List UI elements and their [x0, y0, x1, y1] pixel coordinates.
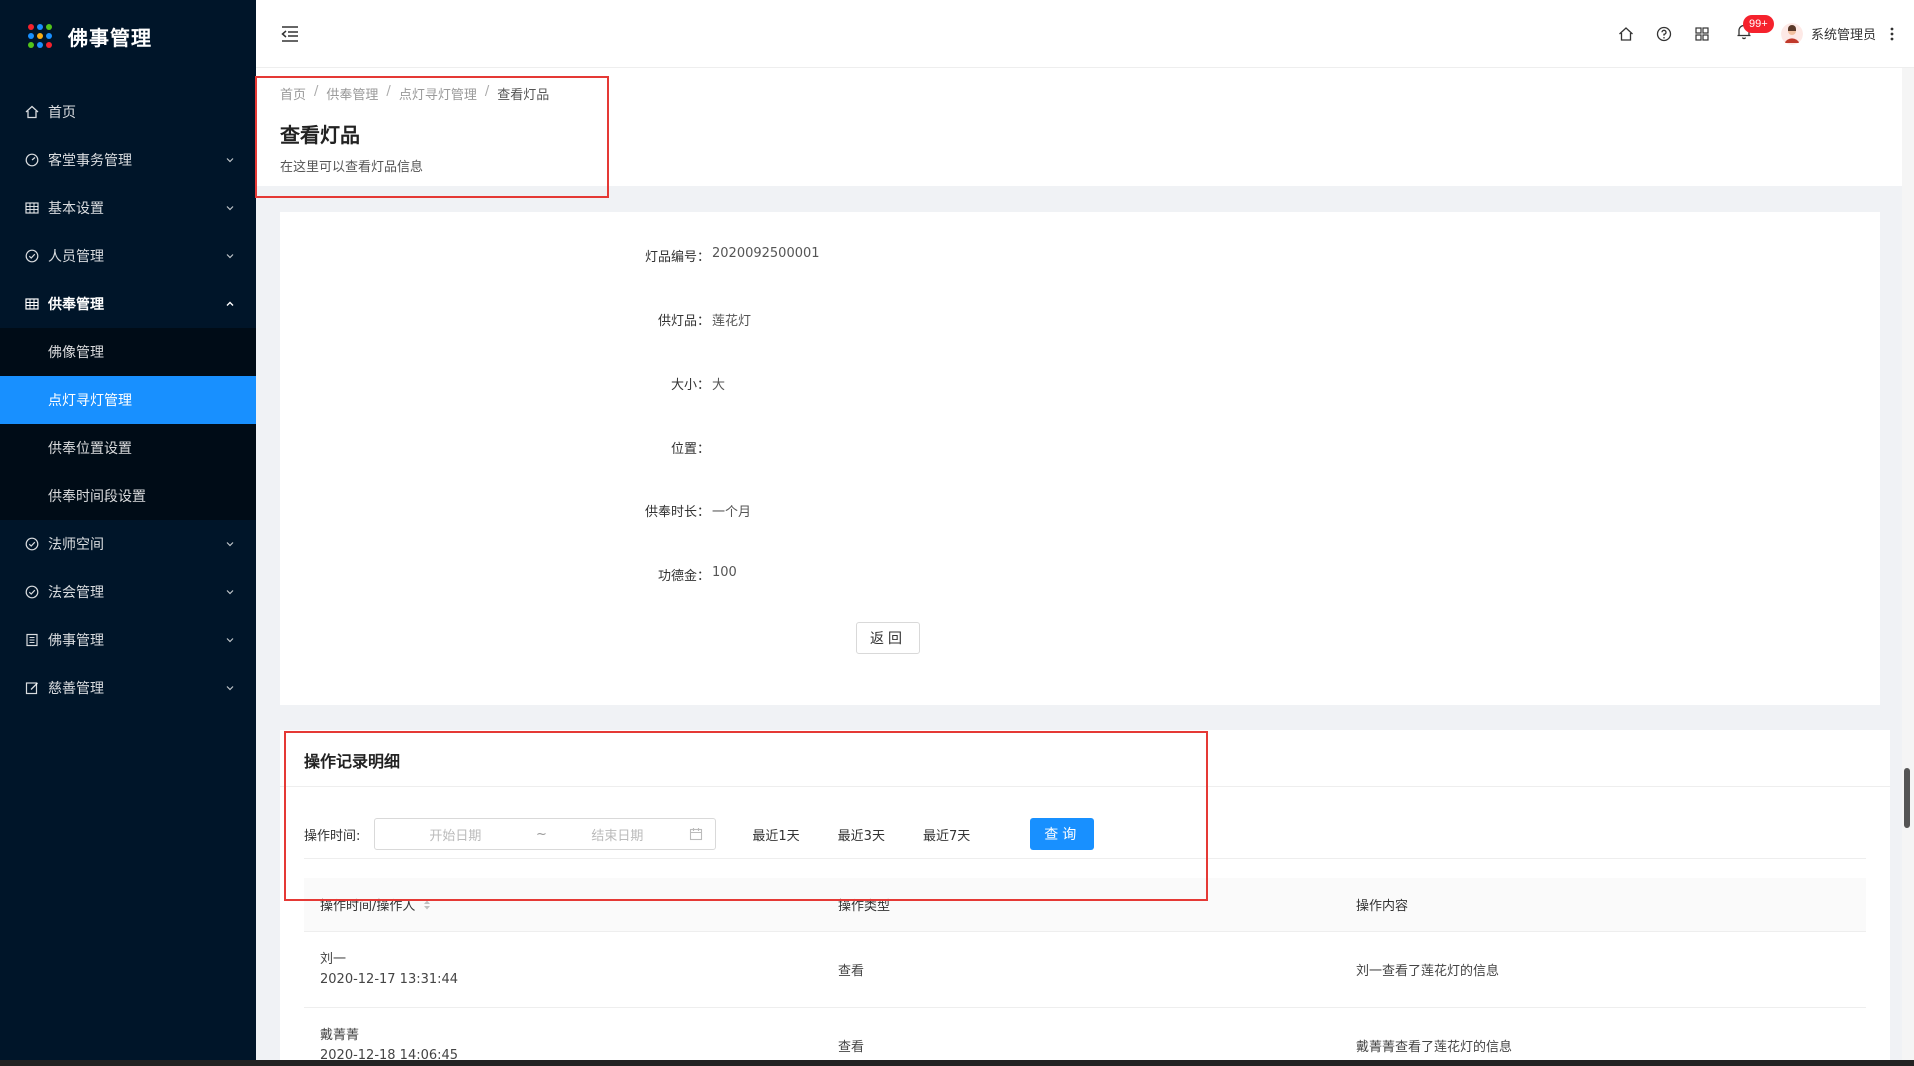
highlight-box-header — [255, 76, 609, 198]
cell-time-operator: 刘一 2020-12-17 13:31:44 — [304, 950, 822, 990]
notification-badge: 99+ — [1742, 14, 1774, 33]
header-actions: 99+ 系统管理员 — [1607, 0, 1914, 68]
sidebar-item-home[interactable]: 首页 — [0, 88, 256, 136]
chevron-down-icon — [224, 202, 236, 214]
chevron-down-icon — [224, 250, 236, 262]
page-scrollbar[interactable] — [1902, 68, 1914, 1066]
user-name: 系统管理员 — [1810, 28, 1876, 43]
table-icon — [24, 200, 40, 216]
detail-row-lamp-code: 灯品编号： 2020092500001 — [280, 246, 1880, 265]
sidebar-item-label: 客堂事务管理 — [48, 153, 132, 169]
scrollbar-thumb[interactable] — [1904, 768, 1910, 828]
operation-table: 操作时间/操作人 操作类型 操作内容 刘一 2020-12-17 13:31:4… — [304, 878, 1866, 1066]
sidebar-item-offerings[interactable]: 供奉管理 — [0, 280, 256, 328]
chevron-down-icon — [224, 682, 236, 694]
sidebar-item-lamp-management[interactable]: 点灯寻灯管理 — [0, 376, 256, 424]
sidebar-item-offering-periods[interactable]: 供奉时间段设置 — [0, 472, 256, 520]
detail-label: 供奉时长： — [644, 505, 710, 520]
logo[interactable]: 佛事管理 — [0, 0, 256, 72]
sidebar-item-label: 供奉管理 — [48, 297, 104, 313]
cell-content: 刘一查看了莲花灯的信息 — [1356, 964, 1500, 979]
app-grid-icon — [28, 24, 52, 48]
detail-label: 位置： — [670, 442, 710, 457]
notification-bell[interactable]: 99+ — [1725, 14, 1774, 53]
detail-row-size: 大小： 大 — [280, 374, 1880, 393]
sidebar-item-label: 点灯寻灯管理 — [48, 393, 132, 409]
sidebar-item-buddhist-affairs[interactable]: 佛事管理 — [0, 616, 256, 664]
table-row: 刘一 2020-12-17 13:31:44 查看 刘一查看了莲花灯的信息 — [304, 932, 1866, 1008]
detail-row-merit-fee: 功德金： 100 — [280, 565, 1880, 584]
user-menu[interactable]: 系统管理员 — [1780, 22, 1876, 45]
sidebar-item-master-space[interactable]: 法师空间 — [0, 520, 256, 568]
avatar — [1780, 22, 1803, 45]
chevron-down-icon — [224, 586, 236, 598]
detail-value — [710, 438, 712, 457]
sidebar-item-offering-positions[interactable]: 供奉位置设置 — [0, 424, 256, 472]
chevron-down-icon — [224, 154, 236, 166]
cell-type: 查看 — [838, 964, 865, 979]
sidebar-item-guest-affairs[interactable]: 客堂事务管理 — [0, 136, 256, 184]
profile-icon — [24, 632, 40, 648]
detail-label: 功德金： — [657, 569, 710, 584]
cell-type: 查看 — [838, 1040, 865, 1055]
sidebar-item-label: 佛像管理 — [48, 345, 104, 361]
chevron-down-icon — [224, 538, 236, 550]
top-header: 99+ 系统管理员 — [256, 0, 1914, 68]
apps-icon[interactable] — [1683, 15, 1721, 53]
sidebar-item-label: 基本设置 — [48, 201, 104, 217]
app-title: 佛事管理 — [68, 25, 152, 50]
check-circle-icon — [24, 536, 40, 552]
column-header-content: 操作内容 — [1356, 899, 1409, 914]
sidebar-item-basic-settings[interactable]: 基本设置 — [0, 184, 256, 232]
lamp-detail-card: 灯品编号： 2020092500001 供灯品： 莲花灯 大小： 大 位置： 供… — [280, 212, 1880, 705]
sidebar-item-label: 佛事管理 — [48, 633, 104, 649]
detail-row-duration: 供奉时长： 一个月 — [280, 501, 1880, 520]
operator-name: 刘一 — [320, 951, 347, 967]
back-button[interactable]: 返回 — [856, 622, 920, 654]
check-circle-icon — [24, 248, 40, 264]
detail-value: 莲花灯 — [712, 314, 752, 329]
detail-value: 2020092500001 — [712, 246, 820, 261]
sidebar-item-dharma-assembly[interactable]: 法会管理 — [0, 568, 256, 616]
table-row: 戴菁菁 2020-12-18 14:06:45 查看 戴菁菁查看了莲花灯的信息 — [304, 1008, 1866, 1066]
detail-row-lamp-type: 供灯品： 莲花灯 — [280, 310, 1880, 329]
check-circle-icon — [24, 584, 40, 600]
detail-value: 100 — [712, 565, 737, 580]
dashboard-icon — [24, 152, 40, 168]
sidebar-item-label: 供奉位置设置 — [48, 441, 132, 457]
sidebar-menu: 首页 客堂事务管理 基本设置 人员管理 供奉管理 佛像管理 点灯寻灯管理 供奉位… — [0, 88, 256, 712]
detail-row-position: 位置： — [280, 438, 1880, 457]
chevron-down-icon — [224, 634, 236, 646]
sidebar-item-label: 供奉时间段设置 — [48, 489, 146, 505]
edit-icon — [24, 680, 40, 696]
sidebar: 佛事管理 首页 客堂事务管理 基本设置 人员管理 供奉管理 佛像管理 点灯寻灯管… — [0, 0, 256, 1066]
table-icon — [24, 296, 40, 312]
sidebar-item-buddha-statues[interactable]: 佛像管理 — [0, 328, 256, 376]
sidebar-item-personnel[interactable]: 人员管理 — [0, 232, 256, 280]
detail-label: 灯品编号： — [644, 250, 710, 265]
more-vertical-icon[interactable] — [1884, 24, 1900, 44]
detail-value: 一个月 — [712, 505, 752, 520]
menu-fold-icon[interactable] — [278, 22, 302, 46]
home-icon[interactable] — [1607, 15, 1645, 53]
detail-label: 大小： — [670, 378, 710, 393]
sidebar-item-label: 法会管理 — [48, 585, 104, 601]
cell-content: 戴菁菁查看了莲花灯的信息 — [1356, 1040, 1513, 1055]
operator-name: 戴菁菁 — [320, 1027, 360, 1043]
sidebar-item-label: 人员管理 — [48, 249, 104, 265]
chevron-up-icon — [224, 298, 236, 310]
detail-value: 大 — [712, 378, 726, 393]
help-icon[interactable] — [1645, 15, 1683, 53]
offerings-submenu: 佛像管理 点灯寻灯管理 供奉位置设置 供奉时间段设置 — [0, 328, 256, 520]
sidebar-item-label: 法师空间 — [48, 537, 104, 553]
operation-time: 2020-12-17 13:31:44 — [320, 971, 459, 987]
sidebar-item-label: 首页 — [48, 105, 76, 121]
bottom-edge — [0, 1060, 1914, 1066]
highlight-box-operations — [284, 731, 1208, 901]
home-icon — [24, 104, 40, 120]
sidebar-item-charity[interactable]: 慈善管理 — [0, 664, 256, 712]
sidebar-item-label: 慈善管理 — [48, 681, 104, 697]
detail-label: 供灯品： — [657, 314, 710, 329]
